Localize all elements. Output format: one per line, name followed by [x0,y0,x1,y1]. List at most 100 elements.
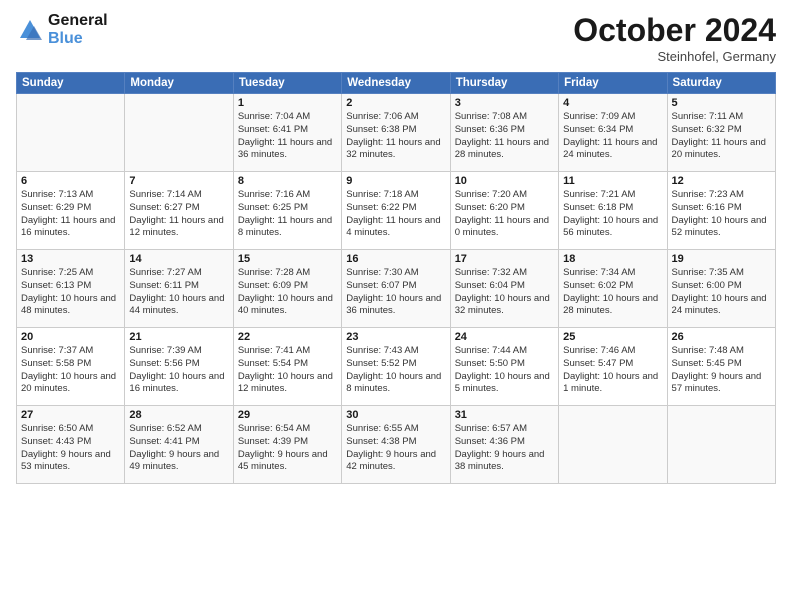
day-number: 21 [129,331,228,343]
day-info: Sunrise: 7:16 AMSunset: 6:25 PMDaylight:… [238,189,337,240]
day-info: Sunrise: 6:55 AMSunset: 4:38 PMDaylight:… [346,423,445,474]
day-info: Sunrise: 7:35 AMSunset: 6:00 PMDaylight:… [672,267,771,318]
day-info: Sunrise: 7:46 AMSunset: 5:47 PMDaylight:… [563,345,662,396]
cell-w2-d6: 19 Sunrise: 7:35 AMSunset: 6:00 PMDayligh… [667,250,775,328]
col-thursday: Thursday [450,73,558,94]
day-number: 8 [238,175,337,187]
day-number: 15 [238,253,337,265]
day-number: 31 [455,409,554,421]
day-info: Sunrise: 7:30 AMSunset: 6:07 PMDaylight:… [346,267,445,318]
header-row: Sunday Monday Tuesday Wednesday Thursday… [17,73,776,94]
cell-w3-d6: 26 Sunrise: 7:48 AMSunset: 5:45 PMDayligh… [667,328,775,406]
col-wednesday: Wednesday [342,73,450,94]
day-number: 5 [672,97,771,109]
cell-w2-d5: 18Sunrise: 7:34 AMSunset: 6:02 PMDayligh… [559,250,667,328]
cell-w1-d2: 8 Sunrise: 7:16 AMSunset: 6:25 PMDaylight… [233,172,341,250]
day-number: 10 [455,175,554,187]
cell-w3-d3: 23 Sunrise: 7:43 AMSunset: 5:52 PMDayligh… [342,328,450,406]
day-info: Sunrise: 7:44 AMSunset: 5:50 PMDaylight:… [455,345,554,396]
day-info: Sunrise: 7:18 AMSunset: 6:22 PMDaylight:… [346,189,445,240]
cell-w1-d4: 10 Sunrise: 7:20 AMSunset: 6:20 PMDayligh… [450,172,558,250]
header: General Blue October 2024 Steinhofel, Ge… [16,12,776,64]
day-info: Sunrise: 7:20 AMSunset: 6:20 PMDaylight:… [455,189,554,240]
day-number: 4 [563,97,662,109]
week-row-4: 20Sunrise: 7:37 AMSunset: 5:58 PMDayligh… [17,328,776,406]
day-info: Sunrise: 7:37 AMSunset: 5:58 PMDaylight:… [21,345,120,396]
cell-w1-d5: 11Sunrise: 7:21 AMSunset: 6:18 PMDayligh… [559,172,667,250]
month-title: October 2024 [573,12,776,49]
col-monday: Monday [125,73,233,94]
cell-w2-d4: 17Sunrise: 7:32 AMSunset: 6:04 PMDayligh… [450,250,558,328]
cell-w2-d1: 14Sunrise: 7:27 AMSunset: 6:11 PMDayligh… [125,250,233,328]
day-number: 6 [21,175,120,187]
col-friday: Friday [559,73,667,94]
location: Steinhofel, Germany [573,49,776,64]
day-info: Sunrise: 7:28 AMSunset: 6:09 PMDaylight:… [238,267,337,318]
cell-w1-d1: 7 Sunrise: 7:14 AMSunset: 6:27 PMDaylight… [125,172,233,250]
cell-w3-d0: 20Sunrise: 7:37 AMSunset: 5:58 PMDayligh… [17,328,125,406]
day-number: 24 [455,331,554,343]
day-number: 16 [346,253,445,265]
cell-w1-d3: 9Sunrise: 7:18 AMSunset: 6:22 PMDaylight… [342,172,450,250]
day-info: Sunrise: 7:13 AMSunset: 6:29 PMDaylight:… [21,189,120,240]
day-info: Sunrise: 7:39 AMSunset: 5:56 PMDaylight:… [129,345,228,396]
logo-text: General Blue [48,12,108,48]
day-info: Sunrise: 7:43 AMSunset: 5:52 PMDaylight:… [346,345,445,396]
day-number: 13 [21,253,120,265]
cell-w4-d3: 30Sunrise: 6:55 AMSunset: 4:38 PMDayligh… [342,406,450,484]
day-info: Sunrise: 7:09 AMSunset: 6:34 PMDaylight:… [563,111,662,162]
day-info: Sunrise: 7:25 AMSunset: 6:13 PMDaylight:… [21,267,120,318]
day-number: 28 [129,409,228,421]
day-number: 11 [563,175,662,187]
col-saturday: Saturday [667,73,775,94]
cell-w3-d1: 21 Sunrise: 7:39 AMSunset: 5:56 PMDayligh… [125,328,233,406]
day-info: Sunrise: 7:23 AMSunset: 6:16 PMDaylight:… [672,189,771,240]
col-sunday: Sunday [17,73,125,94]
cell-w0-d5: 4 Sunrise: 7:09 AMSunset: 6:34 PMDaylight… [559,94,667,172]
day-info: Sunrise: 7:48 AMSunset: 5:45 PMDaylight:… [672,345,771,396]
cell-w0-d6: 5 Sunrise: 7:11 AMSunset: 6:32 PMDaylight… [667,94,775,172]
logo: General Blue [16,12,108,48]
day-number: 17 [455,253,554,265]
day-number: 7 [129,175,228,187]
cell-w0-d3: 2 Sunrise: 7:06 AMSunset: 6:38 PMDaylight… [342,94,450,172]
day-info: Sunrise: 6:50 AMSunset: 4:43 PMDaylight:… [21,423,120,474]
day-number: 23 [346,331,445,343]
cell-w0-d1 [125,94,233,172]
day-number: 14 [129,253,228,265]
day-info: Sunrise: 7:08 AMSunset: 6:36 PMDaylight:… [455,111,554,162]
day-number: 2 [346,97,445,109]
calendar-table: Sunday Monday Tuesday Wednesday Thursday… [16,72,776,484]
cell-w4-d5 [559,406,667,484]
cell-w2-d2: 15 Sunrise: 7:28 AMSunset: 6:09 PMDayligh… [233,250,341,328]
day-number: 12 [672,175,771,187]
day-number: 1 [238,97,337,109]
col-tuesday: Tuesday [233,73,341,94]
cell-w2-d3: 16 Sunrise: 7:30 AMSunset: 6:07 PMDayligh… [342,250,450,328]
day-number: 19 [672,253,771,265]
day-number: 26 [672,331,771,343]
day-number: 3 [455,97,554,109]
cell-w4-d0: 27 Sunrise: 6:50 AMSunset: 4:43 PMDayligh… [17,406,125,484]
week-row-2: 6 Sunrise: 7:13 AMSunset: 6:29 PMDaylight… [17,172,776,250]
day-info: Sunrise: 6:54 AMSunset: 4:39 PMDaylight:… [238,423,337,474]
title-block: October 2024 Steinhofel, Germany [573,12,776,64]
day-info: Sunrise: 7:04 AMSunset: 6:41 PMDaylight:… [238,111,337,162]
cell-w1-d6: 12 Sunrise: 7:23 AMSunset: 6:16 PMDayligh… [667,172,775,250]
cell-w0-d0 [17,94,125,172]
cell-w4-d1: 28Sunrise: 6:52 AMSunset: 4:41 PMDayligh… [125,406,233,484]
day-number: 22 [238,331,337,343]
day-number: 25 [563,331,662,343]
cell-w4-d4: 31Sunrise: 6:57 AMSunset: 4:36 PMDayligh… [450,406,558,484]
cell-w2-d0: 13 Sunrise: 7:25 AMSunset: 6:13 PMDayligh… [17,250,125,328]
week-row-1: 1 Sunrise: 7:04 AMSunset: 6:41 PMDaylight… [17,94,776,172]
day-info: Sunrise: 7:11 AMSunset: 6:32 PMDaylight:… [672,111,771,162]
day-number: 29 [238,409,337,421]
cell-w4-d6 [667,406,775,484]
week-row-5: 27 Sunrise: 6:50 AMSunset: 4:43 PMDayligh… [17,406,776,484]
day-info: Sunrise: 7:14 AMSunset: 6:27 PMDaylight:… [129,189,228,240]
cell-w1-d0: 6 Sunrise: 7:13 AMSunset: 6:29 PMDaylight… [17,172,125,250]
logo-icon [16,16,44,44]
day-info: Sunrise: 7:06 AMSunset: 6:38 PMDaylight:… [346,111,445,162]
day-number: 27 [21,409,120,421]
